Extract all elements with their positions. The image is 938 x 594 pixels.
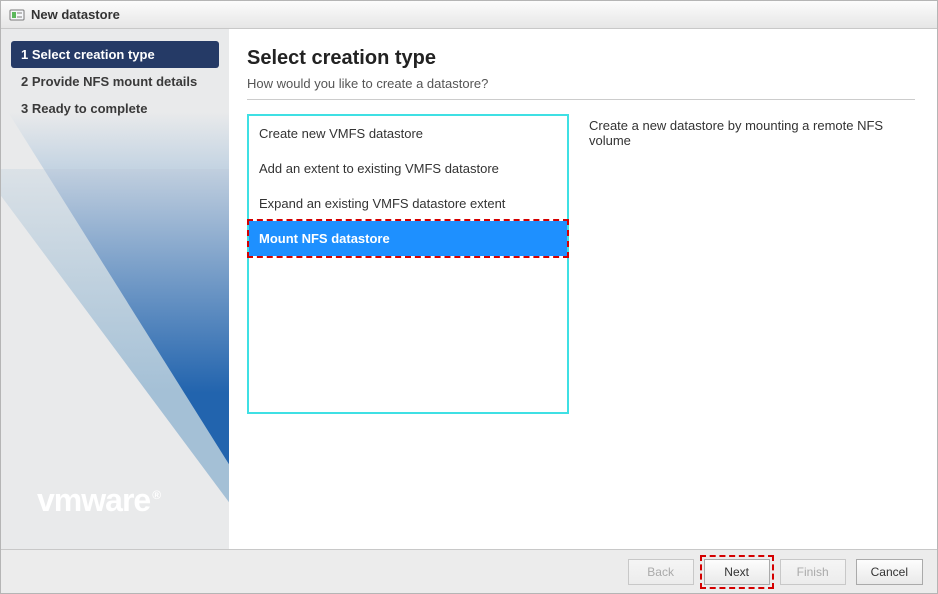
window-title: New datastore [31,7,120,22]
page-heading: Select creation type [247,47,915,70]
step-select-creation-type[interactable]: 1 Select creation type [11,41,219,68]
option-description: Create a new datastore by mounting a rem… [589,114,915,148]
divider [247,99,915,100]
datastore-icon [9,7,25,23]
option-add-extent[interactable]: Add an extent to existing VMFS datastore [249,151,567,186]
step-ready-to-complete[interactable]: 3 Ready to complete [11,95,219,122]
wizard-window: New datastore 1 Select creation type 2 P… [0,0,938,594]
cancel-button[interactable]: Cancel [856,559,923,585]
footer: Back Next Finish Cancel [1,549,937,593]
option-mount-nfs[interactable]: Mount NFS datastore [249,221,567,256]
wizard-body: 1 Select creation type 2 Provide NFS mou… [1,29,937,549]
finish-button[interactable]: Finish [780,559,846,585]
back-button[interactable]: Back [628,559,694,585]
creation-type-listbox[interactable]: Create new VMFS datastore Add an extent … [247,114,569,414]
page-subtitle: How would you like to create a datastore… [247,76,915,91]
option-create-new-vmfs[interactable]: Create new VMFS datastore [249,116,567,151]
titlebar: New datastore [1,1,937,29]
sidebar: 1 Select creation type 2 Provide NFS mou… [1,29,229,549]
content-row: Create new VMFS datastore Add an extent … [247,114,915,414]
option-expand-extent[interactable]: Expand an existing VMFS datastore extent [249,186,567,221]
wizard-steps: 1 Select creation type 2 Provide NFS mou… [1,29,229,134]
vmware-logo: vmware® [37,482,162,519]
step-provide-nfs-mount-details[interactable]: 2 Provide NFS mount details [11,68,219,95]
next-button[interactable]: Next [704,559,770,585]
main-panel: Select creation type How would you like … [229,29,937,549]
